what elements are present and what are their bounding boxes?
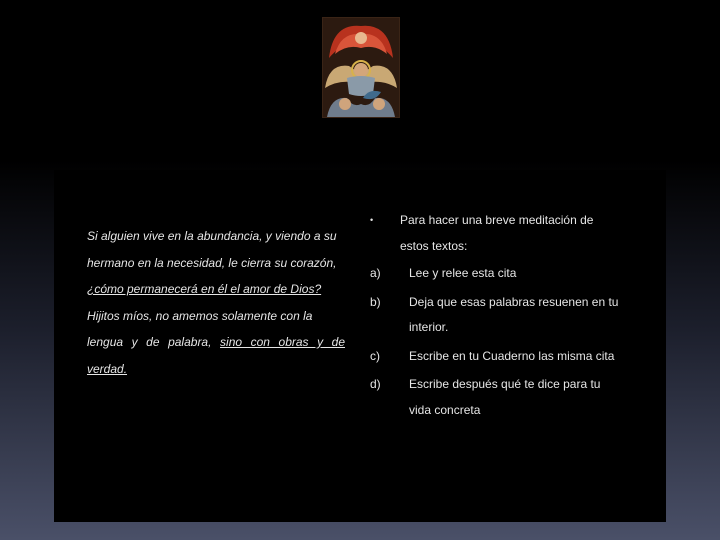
quote-line-2: hermano en la necesidad, le cierra su co… — [87, 255, 337, 270]
item-marker: c) — [370, 349, 380, 363]
item-text-cont: vida concreta — [409, 403, 481, 417]
item-marker: a) — [370, 266, 381, 280]
quote-line-3: ¿cómo permanecerá en él el amor de Dios? — [87, 282, 322, 296]
item-text: Escribe después qué te dice para tu — [409, 377, 601, 391]
item-marker: d) — [370, 377, 381, 391]
quote-line-5: lengua y de palabra, sino con obras y de — [87, 329, 345, 356]
item-text-cont: interior. — [409, 320, 449, 334]
intro-line-2: estos textos: — [400, 239, 468, 253]
bible-quote: Si alguien vive en la abundancia, y vien… — [87, 223, 345, 382]
angel-painting-image — [323, 18, 399, 117]
intro-line-1: Para hacer una breve meditación de — [400, 213, 594, 227]
quote-line-1: Si alguien vive en la abundancia, y vien… — [87, 229, 337, 243]
item-marker: b) — [370, 295, 381, 309]
quote-line-4: Hijitos míos, no amemos solamente con la — [87, 308, 313, 323]
angel-icon — [322, 17, 400, 118]
quote-line-5a: lengua y de palabra, — [87, 335, 212, 349]
item-text: Escribe en tu Cuaderno las misma cita — [409, 349, 615, 363]
quote-line-5b: sino con obras y de — [220, 335, 346, 349]
bullet-icon: • — [370, 215, 374, 225]
item-text: Lee y relee esta cita — [409, 266, 517, 280]
item-text: Deja que esas palabras resuenen en tu — [409, 295, 619, 309]
quote-line-6: verdad. — [87, 361, 128, 376]
